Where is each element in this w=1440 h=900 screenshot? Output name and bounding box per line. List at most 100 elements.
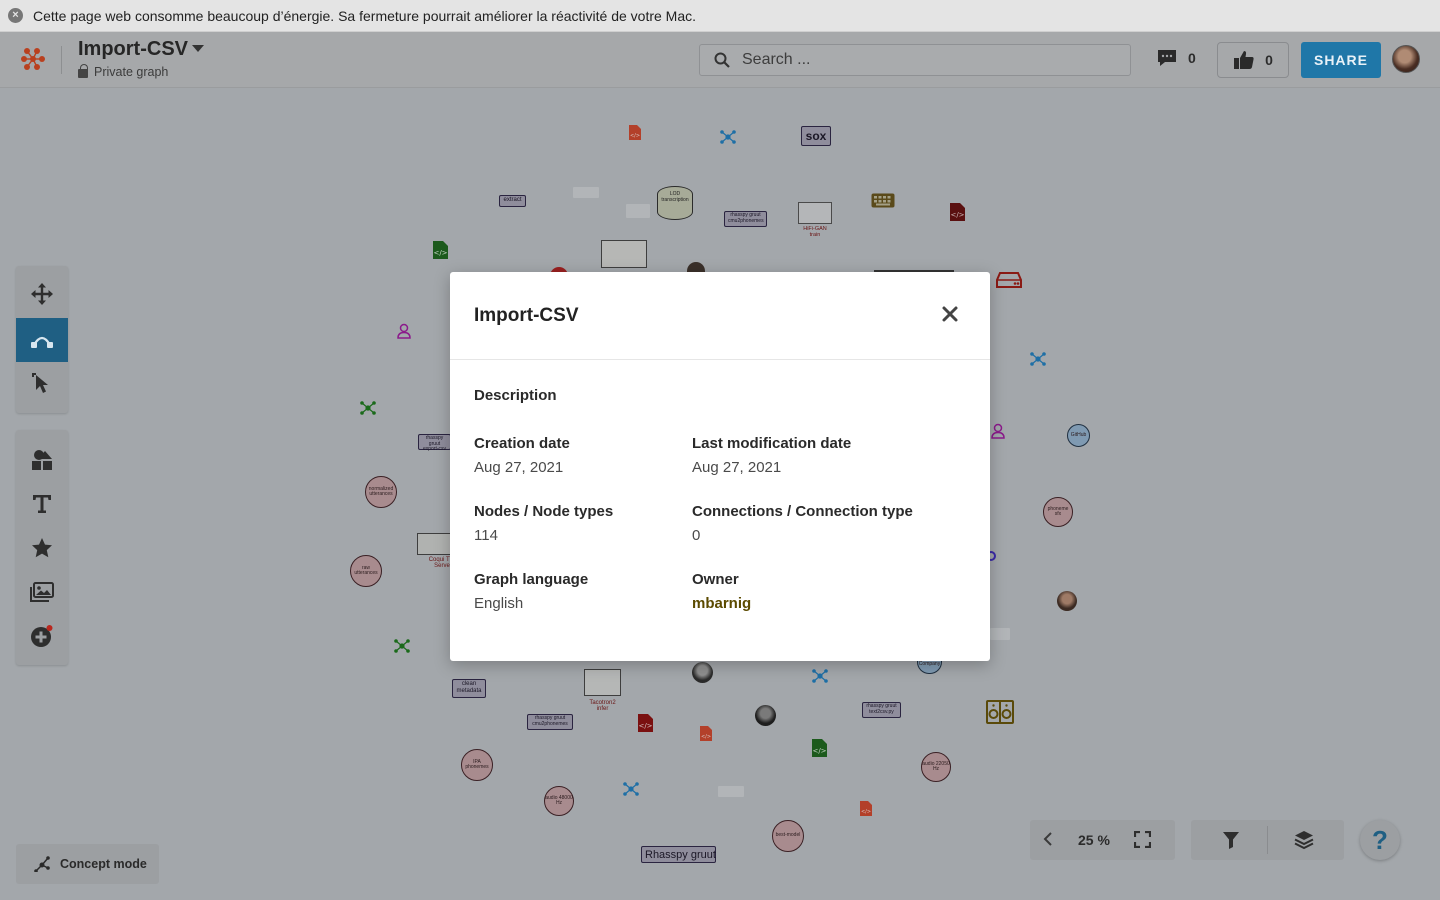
svg-text:</>: </>	[812, 747, 826, 755]
node-placeholder[interactable]	[990, 628, 1010, 640]
node-diagram-image[interactable]	[601, 240, 647, 268]
file-code-icon[interactable]: </>	[811, 738, 828, 758]
help-button[interactable]: ?	[1360, 820, 1400, 860]
node-rhasspy-text[interactable]: rhasspy gruut text2csv.py	[862, 702, 901, 718]
user-icon[interactable]	[397, 323, 411, 339]
concept-mode-button[interactable]: Concept mode	[16, 844, 159, 884]
pointer-icon	[32, 373, 48, 393]
text-tool-button[interactable]	[16, 482, 68, 526]
file-code-icon[interactable]: </>	[628, 124, 642, 141]
node-extract[interactable]: extract	[499, 195, 526, 207]
navigation-toolbar	[16, 266, 68, 413]
close-icon[interactable]	[940, 304, 960, 324]
header-divider	[61, 46, 62, 74]
node-avatar[interactable]	[692, 662, 713, 683]
node-rhasspy-phonemes[interactable]: rhasspy gruut cmu2phonemes	[527, 714, 573, 730]
node-avatar[interactable]	[755, 705, 776, 726]
share-button[interactable]: SHARE	[1301, 42, 1381, 78]
file-code-icon[interactable]: </>	[949, 202, 966, 222]
close-notification-icon[interactable]: ×	[8, 8, 23, 23]
star-icon	[32, 538, 52, 558]
comments-count: 0	[1188, 50, 1196, 66]
search-box[interactable]	[699, 44, 1131, 76]
chevron-left-icon[interactable]	[1043, 832, 1053, 846]
insert-toolbar	[16, 430, 68, 665]
node-clean-metadata[interactable]: clean metadata	[452, 679, 486, 698]
user-icon[interactable]	[991, 423, 1005, 439]
node-tacotron-image[interactable]	[584, 669, 621, 696]
app-logo-icon[interactable]	[20, 46, 46, 72]
text-icon	[33, 495, 51, 513]
file-code-icon[interactable]: </>	[637, 713, 654, 733]
privacy-label: Private graph	[94, 65, 169, 79]
concept-mode-label: Concept mode	[60, 857, 147, 871]
filter-icon[interactable]	[1222, 831, 1240, 849]
modification-date-value: Aug 27, 2021	[692, 459, 782, 476]
node-placeholder[interactable]	[573, 187, 599, 198]
top-header: Import-CSV Private graph 0 0 SHARE	[0, 32, 1440, 88]
lock-icon	[78, 64, 88, 78]
node-raw-utterances[interactable]: raw utterances	[350, 555, 382, 587]
node-audio-22050[interactable]: audio 22050 Hz	[921, 752, 951, 782]
network-icon[interactable]	[811, 668, 829, 684]
shapes-tool-button[interactable]	[16, 438, 68, 482]
node-placeholder[interactable]	[718, 786, 744, 797]
select-tool-button[interactable]	[16, 362, 68, 406]
node-sox[interactable]: sox	[801, 126, 831, 146]
favorites-tool-button[interactable]	[16, 526, 68, 570]
comments-button[interactable]: 0	[1156, 48, 1196, 68]
node-best-model[interactable]: best-model	[772, 820, 804, 852]
keyboard-icon[interactable]	[871, 193, 895, 208]
node-rhasspy-cmu[interactable]: rhasspy gruut cmu2phonemes	[724, 211, 767, 227]
comment-icon	[1158, 50, 1176, 66]
node-placeholder[interactable]	[626, 204, 650, 218]
speaker-icon[interactable]	[986, 700, 1014, 724]
network-icon[interactable]	[1029, 351, 1047, 367]
network-icon[interactable]	[393, 638, 411, 654]
zoom-level: 25 %	[1078, 832, 1110, 848]
thumbs-up-icon	[1234, 51, 1254, 69]
fullscreen-icon[interactable]	[1134, 831, 1151, 848]
images-tool-button[interactable]	[16, 570, 68, 614]
network-icon[interactable]	[359, 400, 377, 416]
chevron-down-icon[interactable]	[192, 45, 204, 52]
search-input[interactable]	[742, 51, 1102, 69]
file-code-icon[interactable]: </>	[432, 240, 449, 260]
graph-title[interactable]: Import-CSV	[78, 38, 188, 61]
creation-date-value: Aug 27, 2021	[474, 459, 564, 476]
like-button[interactable]: 0	[1217, 42, 1289, 78]
nodes-label: Nodes / Node types	[474, 503, 614, 520]
node-normalized-utterances[interactable]: normalized utterances	[365, 476, 397, 508]
network-icon[interactable]	[719, 129, 737, 145]
node-audio-48000[interactable]: audio 48000 Hz	[544, 786, 574, 816]
shapes-icon	[32, 450, 52, 470]
file-code-icon[interactable]: </>	[699, 725, 713, 742]
network-icon[interactable]	[622, 781, 640, 797]
node-hifigan-image[interactable]	[798, 202, 832, 224]
user-avatar[interactable]	[1392, 45, 1420, 73]
node-hifigan-label: HiFi-GAN train	[803, 226, 827, 238]
node-rhasspy-gruut[interactable]: Rhasspy gruut	[641, 846, 716, 863]
node-coqui-image[interactable]	[417, 533, 451, 555]
file-code-icon[interactable]: </>	[859, 800, 873, 817]
node-ipa-phonemes[interactable]: IPA phonemes	[461, 749, 493, 781]
notification-text: Cette page web consomme beaucoup d’énerg…	[33, 7, 697, 24]
move-tool-button[interactable]	[16, 272, 68, 316]
svg-text:</>: </>	[630, 133, 640, 139]
layers-icon[interactable]	[1294, 830, 1314, 850]
owner-link[interactable]: mbarnig	[692, 595, 751, 612]
node-rhasspy-export[interactable]: rhasspy gruut export-csv	[418, 434, 451, 452]
graph-privacy: Private graph	[78, 64, 169, 79]
node-phoneme-sfx[interactable]: phoneme sfx	[1043, 497, 1073, 527]
graph-info-modal: Import-CSV Description Creation date Aug…	[450, 272, 990, 661]
svg-text:</>: </>	[861, 809, 871, 815]
hdd-icon[interactable]	[996, 272, 1022, 288]
node-avatar[interactable]	[1057, 591, 1077, 611]
add-node-button[interactable]	[16, 614, 68, 658]
description-label: Description	[474, 387, 557, 404]
node-github[interactable]: GitHub	[1067, 424, 1090, 447]
language-label: Graph language	[474, 571, 589, 588]
svg-text:</>: </>	[433, 249, 447, 257]
connect-tool-button[interactable]	[16, 318, 68, 362]
node-lod-transcription[interactable]: LOD transcription	[657, 186, 693, 220]
